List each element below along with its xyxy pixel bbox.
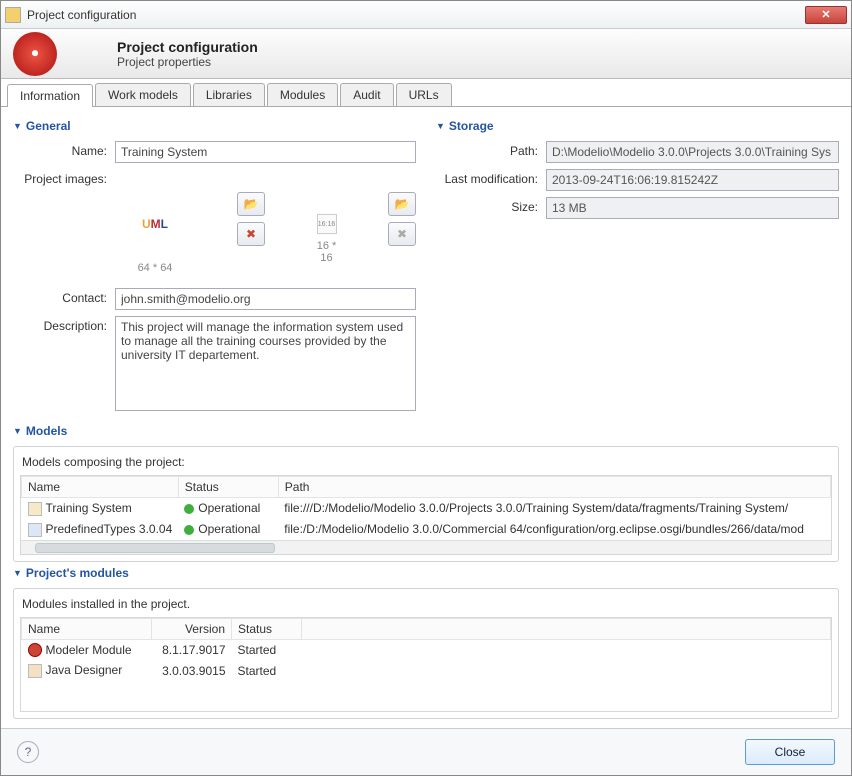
status-dot-icon bbox=[184, 504, 194, 514]
name-input[interactable] bbox=[115, 141, 416, 163]
models-header-row: Name Status Path bbox=[22, 477, 831, 498]
th-name[interactable]: Name bbox=[22, 477, 179, 498]
module-name: Modeler Module bbox=[46, 643, 132, 657]
banner-title: Project configuration bbox=[117, 39, 258, 55]
models-box: Models composing the project: Name Statu… bbox=[13, 446, 839, 562]
table-row[interactable]: Modeler Module 8.1.17.9017 Started bbox=[22, 639, 831, 660]
modules-box: Modules installed in the project. Name V… bbox=[13, 588, 839, 720]
th-empty bbox=[302, 618, 831, 639]
module-name: Java Designer bbox=[46, 663, 123, 677]
th-mod-status[interactable]: Status bbox=[232, 618, 302, 639]
scrollbar-thumb[interactable] bbox=[35, 543, 275, 553]
images-area: UML 64 * 64 📂 ✖ 16:16 16 * 16 📂 ✖ bbox=[13, 192, 416, 274]
content: General Name: Project images: UML 64 * 6… bbox=[1, 107, 851, 728]
module-status: Started bbox=[232, 660, 302, 681]
storage-section: Storage Path: Last modification: Size: bbox=[436, 115, 839, 420]
models-table: Name Status Path Training System Operati… bbox=[21, 476, 831, 540]
module-icon bbox=[28, 643, 42, 657]
banner-subtitle: Project properties bbox=[117, 55, 258, 69]
tab-information[interactable]: Information bbox=[7, 84, 93, 107]
tab-work-models[interactable]: Work models bbox=[95, 83, 191, 106]
description-textarea[interactable] bbox=[115, 316, 416, 411]
module-version: 8.1.17.9017 bbox=[152, 639, 232, 660]
th-mod-version[interactable]: Version bbox=[152, 618, 232, 639]
contact-input[interactable] bbox=[115, 288, 416, 310]
description-label: Description: bbox=[13, 316, 115, 333]
model-name: PredefinedTypes 3.0.04 bbox=[46, 522, 173, 536]
close-button[interactable]: Close bbox=[745, 739, 835, 765]
tabs: Information Work models Libraries Module… bbox=[1, 79, 851, 107]
storage-title[interactable]: Storage bbox=[436, 119, 839, 133]
tab-modules[interactable]: Modules bbox=[267, 83, 338, 106]
modules-title[interactable]: Project's modules bbox=[13, 566, 839, 580]
project-image-16: 16:16 bbox=[317, 214, 337, 234]
path-label: Path: bbox=[436, 141, 546, 158]
status-dot-icon bbox=[184, 525, 194, 535]
general-section: General Name: Project images: UML 64 * 6… bbox=[13, 115, 416, 420]
project-image-64: UML bbox=[123, 192, 187, 256]
tab-audit[interactable]: Audit bbox=[340, 83, 393, 106]
app-icon bbox=[5, 7, 21, 23]
mod-label: Last modification: bbox=[436, 169, 546, 186]
contact-label: Contact: bbox=[13, 288, 115, 305]
table-row[interactable]: PredefinedTypes 3.0.04 Operational file:… bbox=[22, 519, 831, 540]
module-version: 3.0.03.9015 bbox=[152, 660, 232, 681]
size-field bbox=[546, 197, 839, 219]
delete-icon: ✖ bbox=[246, 227, 256, 241]
model-icon bbox=[28, 523, 42, 537]
images-label: Project images: bbox=[13, 169, 115, 186]
mod-field bbox=[546, 169, 839, 191]
model-name: Training System bbox=[46, 501, 132, 515]
modules-header-row: Name Version Status bbox=[22, 618, 831, 639]
general-title[interactable]: General bbox=[13, 119, 416, 133]
model-path: file:/D:/Modelio/Modelio 3.0.0/Commercia… bbox=[278, 519, 830, 540]
titlebar: Project configuration ✕ bbox=[1, 1, 851, 29]
footer: ? Close bbox=[1, 728, 851, 775]
window-title: Project configuration bbox=[27, 8, 805, 22]
model-status: Operational bbox=[198, 501, 260, 515]
modules-table: Name Version Status Modeler Module 8.1.1… bbox=[21, 618, 831, 682]
folder-icon: 📂 bbox=[244, 197, 259, 211]
models-scrollbar[interactable] bbox=[21, 540, 831, 554]
folder-icon: 📂 bbox=[395, 197, 410, 211]
table-row[interactable]: Java Designer 3.0.03.9015 Started bbox=[22, 660, 831, 681]
path-field bbox=[546, 141, 839, 163]
models-title[interactable]: Models bbox=[13, 424, 839, 438]
name-label: Name: bbox=[13, 141, 115, 158]
model-status: Operational bbox=[198, 522, 260, 536]
banner: ⏺ Project configuration Project properti… bbox=[1, 29, 851, 79]
tab-libraries[interactable]: Libraries bbox=[193, 83, 265, 106]
help-button[interactable]: ? bbox=[17, 741, 39, 763]
module-icon bbox=[28, 664, 42, 678]
model-icon bbox=[28, 502, 42, 516]
image-16-caption: 16 * 16 bbox=[315, 240, 338, 264]
models-subtitle: Models composing the project: bbox=[22, 455, 832, 469]
image-64-caption: 64 * 64 bbox=[123, 262, 187, 274]
delete-64-button[interactable]: ✖ bbox=[237, 222, 265, 246]
th-mod-name[interactable]: Name bbox=[22, 618, 152, 639]
window-close-button[interactable]: ✕ bbox=[805, 6, 847, 24]
size-label: Size: bbox=[436, 197, 546, 214]
modules-subtitle: Modules installed in the project. bbox=[22, 597, 832, 611]
browse-16-button[interactable]: 📂 bbox=[388, 192, 416, 216]
app-logo-icon: ⏺ bbox=[13, 32, 57, 76]
browse-64-button[interactable]: 📂 bbox=[237, 192, 265, 216]
th-path[interactable]: Path bbox=[278, 477, 830, 498]
model-path: file:///D:/Modelio/Modelio 3.0.0/Project… bbox=[278, 498, 830, 519]
table-row[interactable]: Training System Operational file:///D:/M… bbox=[22, 498, 831, 519]
delete-16-button[interactable]: ✖ bbox=[388, 222, 416, 246]
tab-urls[interactable]: URLs bbox=[396, 83, 452, 106]
module-status: Started bbox=[232, 639, 302, 660]
delete-icon: ✖ bbox=[397, 227, 407, 241]
th-status[interactable]: Status bbox=[178, 477, 278, 498]
